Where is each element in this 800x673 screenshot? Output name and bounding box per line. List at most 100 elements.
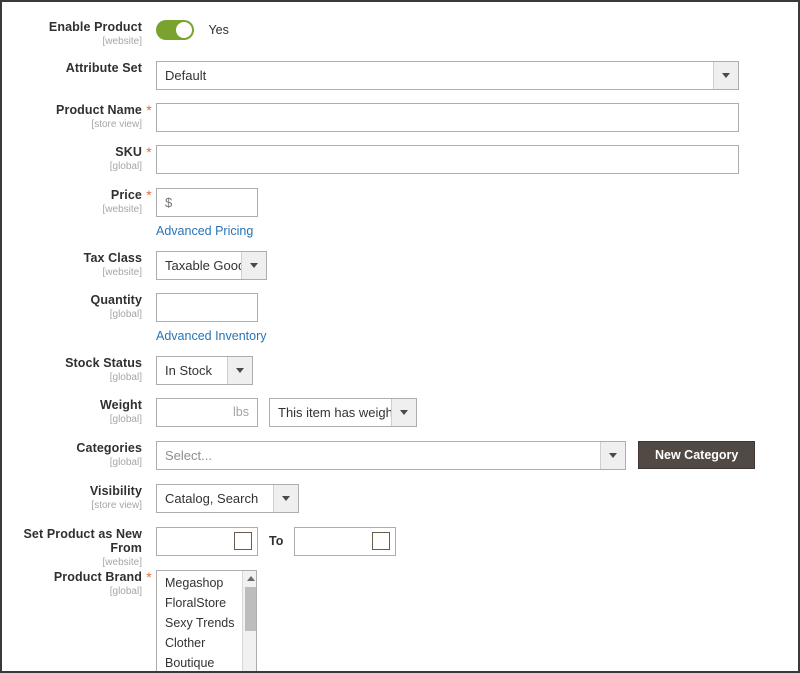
- field-control-tax-class: Taxable Goods: [156, 251, 798, 280]
- field-control-quantity: Advanced Inventory: [156, 293, 798, 343]
- label-text: Set Product as New From: [23, 527, 142, 555]
- field-label-categories: Categories [global]: [2, 441, 142, 469]
- weight-unit-label: lbs: [233, 405, 249, 419]
- weight-type-select[interactable]: This item has weight: [269, 398, 417, 427]
- field-control-enable-product: Yes: [156, 20, 798, 40]
- field-control-sku: [156, 145, 798, 174]
- chevron-down-icon[interactable]: [273, 485, 298, 512]
- toggle-value-label: Yes: [208, 23, 229, 37]
- select-value: This item has weight: [278, 405, 391, 420]
- field-label-price: Price [website]: [2, 188, 142, 216]
- required-indicator: *: [142, 484, 156, 499]
- required-indicator: *: [142, 251, 156, 266]
- stock-status-select[interactable]: In Stock: [156, 356, 253, 385]
- field-label-quantity: Quantity [global]: [2, 293, 143, 321]
- form-row-attribute-set: Attribute Set * Default: [2, 61, 798, 90]
- product-name-input[interactable]: [156, 103, 739, 132]
- required-indicator: *: [142, 398, 156, 413]
- label-scope: [store view]: [91, 119, 142, 130]
- field-control-categories: Select... New Category: [156, 441, 798, 470]
- form-row-stock-status: Stock Status [global] * In Stock: [2, 356, 798, 385]
- date-to-label: To: [269, 534, 284, 548]
- required-indicator: *: [142, 527, 156, 542]
- list-item[interactable]: Clother: [157, 633, 242, 653]
- field-label-attribute-set: Attribute Set: [2, 61, 142, 76]
- form-row-sku: SKU [global] *: [2, 144, 798, 174]
- label-text: Attribute Set: [65, 61, 142, 75]
- form-row-product-name: Product Name [store view] *: [2, 103, 798, 132]
- select-value: In Stock: [165, 363, 212, 378]
- label-text: Product Name: [56, 103, 142, 117]
- field-label-weight: Weight [global]: [2, 398, 142, 426]
- field-control-price: Advanced Pricing: [156, 188, 798, 238]
- select-value: Taxable Goods: [165, 258, 241, 273]
- product-brand-scrollbar[interactable]: [242, 571, 256, 671]
- chevron-down-icon[interactable]: [241, 252, 266, 279]
- categories-select[interactable]: Select...: [156, 441, 626, 470]
- product-brand-option-list: Megashop FloralStore Sexy Trends Clother…: [157, 571, 242, 671]
- label-text: Price: [110, 188, 142, 202]
- sku-input[interactable]: [156, 145, 739, 174]
- product-brand-multiselect[interactable]: Megashop FloralStore Sexy Trends Clother…: [156, 570, 257, 671]
- field-control-set-product-as-new: To: [156, 527, 798, 556]
- field-label-set-product-as-new: Set Product as New From [website]: [2, 527, 143, 569]
- chevron-down-icon[interactable]: [227, 357, 252, 384]
- label-text: Enable Product: [48, 20, 142, 34]
- toggle-knob: [176, 22, 192, 38]
- chevron-down-icon[interactable]: [391, 399, 416, 426]
- field-label-enable-product: Enable Product [website]: [2, 20, 142, 48]
- advanced-pricing-link[interactable]: Advanced Pricing: [156, 224, 798, 238]
- label-text: Categories: [76, 441, 142, 455]
- calendar-icon[interactable]: [372, 532, 391, 550]
- field-control-visibility: Catalog, Search: [156, 484, 798, 513]
- required-indicator: *: [142, 356, 156, 371]
- tax-class-select[interactable]: Taxable Goods: [156, 251, 267, 280]
- field-label-stock-status: Stock Status [global]: [2, 356, 142, 384]
- form-row-categories: Categories [global] * Select... New Cate…: [2, 441, 798, 470]
- calendar-icon[interactable]: [234, 532, 252, 550]
- scrollbar-thumb[interactable]: [245, 587, 256, 631]
- list-item[interactable]: Megashop: [157, 573, 242, 593]
- required-indicator: *: [146, 187, 152, 203]
- weight-input-wrapper: lbs: [156, 398, 258, 427]
- field-label-product-name: Product Name [store view]: [2, 103, 142, 131]
- field-control-product-name: [156, 103, 798, 132]
- required-indicator: *: [142, 293, 156, 308]
- label-scope: [store view]: [91, 500, 142, 511]
- field-label-visibility: Visibility [store view]: [2, 484, 142, 512]
- quantity-input[interactable]: [156, 293, 258, 322]
- list-item[interactable]: Sexy Trends: [157, 613, 242, 633]
- price-input[interactable]: [156, 188, 258, 217]
- form-row-quantity: Quantity [global] * Advanced Inventory: [2, 293, 798, 343]
- field-control-product-brand: Megashop FloralStore Sexy Trends Clother…: [156, 570, 798, 671]
- attribute-set-select[interactable]: Default: [156, 61, 739, 90]
- form-row-enable-product: Enable Product [website] * Yes: [2, 20, 798, 48]
- required-indicator: *: [142, 61, 156, 76]
- required-indicator: *: [146, 144, 152, 160]
- chevron-down-icon[interactable]: [713, 62, 738, 89]
- field-label-tax-class: Tax Class [website]: [2, 251, 142, 279]
- field-label-sku: SKU [global]: [2, 145, 142, 173]
- label-scope: [global]: [109, 457, 142, 468]
- label-scope: [website]: [102, 557, 142, 568]
- new-category-button[interactable]: New Category: [638, 441, 756, 469]
- label-scope: [global]: [109, 372, 142, 383]
- required-indicator: *: [142, 441, 156, 456]
- product-form-page: Enable Product [website] * Yes Attribute…: [0, 0, 800, 673]
- field-control-stock-status: In Stock: [156, 356, 798, 385]
- list-item[interactable]: FloralStore: [157, 593, 242, 613]
- date-to-wrapper: [294, 527, 397, 556]
- list-item[interactable]: Boutique: [157, 653, 242, 671]
- label-text: Tax Class: [83, 251, 142, 265]
- advanced-inventory-link[interactable]: Advanced Inventory: [156, 329, 798, 343]
- required-indicator: *: [146, 569, 152, 585]
- chevron-down-icon[interactable]: [600, 442, 625, 469]
- label-text: Weight: [99, 398, 142, 412]
- scroll-up-arrow-icon[interactable]: [243, 571, 256, 585]
- form-row-product-brand: Product Brand [global] * Megashop Floral…: [2, 569, 798, 671]
- field-control-weight: lbs This item has weight: [156, 398, 798, 427]
- enable-product-toggle[interactable]: [156, 20, 194, 40]
- required-indicator: *: [142, 20, 156, 35]
- label-scope: [website]: [102, 267, 142, 278]
- visibility-select[interactable]: Catalog, Search: [156, 484, 299, 513]
